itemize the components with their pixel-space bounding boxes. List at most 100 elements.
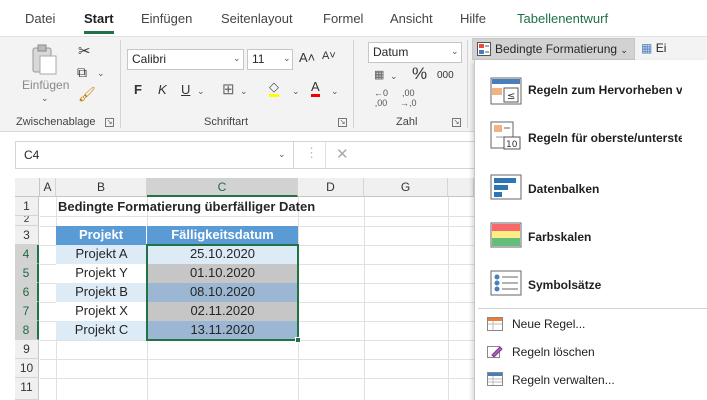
menu-item-manage-rules[interactable]: Regeln verwalten...	[512, 373, 615, 387]
menu-item-color-scales[interactable]: Farbskalen	[528, 230, 591, 244]
table-cell-project[interactable]: Projekt A	[56, 245, 147, 264]
thousands-separator-button[interactable]: 000	[437, 70, 454, 81]
font-launcher-icon[interactable]: ↘	[338, 118, 347, 127]
table-cell-project[interactable]: Projekt X	[56, 302, 147, 321]
column-header-c[interactable]: C	[147, 178, 298, 197]
underline-button[interactable]: U	[181, 82, 190, 97]
separator	[353, 40, 354, 128]
borders-icon[interactable]: ⊞	[222, 80, 235, 98]
column-header-b[interactable]: B	[56, 178, 147, 197]
tab-home[interactable]: Start	[84, 11, 114, 26]
bold-button[interactable]: F	[134, 82, 142, 97]
menu-item-data-bars[interactable]: Datenbalken	[528, 182, 599, 196]
fill-handle[interactable]	[295, 337, 301, 343]
name-box[interactable]: C4	[16, 142, 294, 168]
svg-text:≤: ≤	[507, 91, 515, 102]
top-bottom-rules-icon: 10	[490, 121, 522, 154]
cut-icon[interactable]: ✂	[78, 42, 91, 60]
menu-item-top-bottom-rules[interactable]: Regeln für oberste/unterste	[528, 131, 682, 145]
column-header-g[interactable]: G	[364, 178, 448, 197]
column-header-a[interactable]: A	[40, 178, 56, 197]
chevron-down-icon[interactable]: ⌄	[283, 53, 291, 64]
font-color-icon[interactable]: A	[311, 79, 320, 97]
table-header-due-date[interactable]: Fälligkeitsdatum	[147, 226, 298, 245]
tab-insert[interactable]: Einfügen	[141, 11, 192, 26]
gridline	[448, 197, 449, 400]
clear-rules-icon	[487, 344, 503, 361]
chevron-down-icon[interactable]: ⌄	[331, 86, 339, 97]
tab-page-layout[interactable]: Seitenlayout	[221, 11, 293, 26]
copy-dropdown-icon[interactable]: ⌄	[97, 68, 105, 79]
table-cell-project[interactable]: Projekt B	[56, 283, 147, 302]
chevron-down-icon[interactable]: ⌄	[292, 86, 300, 97]
number-launcher-icon[interactable]: ↘	[452, 118, 461, 127]
paste-dropdown-icon[interactable]: ⌄	[41, 93, 49, 104]
row-header-5[interactable]: 5	[15, 264, 39, 283]
row-header-1[interactable]: 1	[15, 197, 39, 216]
row-header-4[interactable]: 4	[15, 245, 39, 264]
tab-table-design[interactable]: Tabellenentwurf	[517, 11, 608, 26]
separator	[120, 40, 121, 128]
selection-range	[146, 244, 299, 341]
color-scales-icon	[490, 222, 522, 251]
gridline	[40, 359, 474, 360]
tab-formulas[interactable]: Formel	[323, 11, 363, 26]
format-as-table-label: Ei	[655, 41, 667, 55]
separator	[325, 142, 326, 168]
row-header-6[interactable]: 6	[15, 283, 39, 302]
group-label-number: Zahl	[396, 116, 418, 128]
tab-file[interactable]: Datei	[25, 11, 55, 26]
conditional-formatting-button[interactable]: Bedingte Formatierung ⌄	[472, 38, 635, 60]
row-header-3[interactable]: 3	[15, 226, 39, 245]
copy-icon[interactable]: ⧉	[77, 64, 87, 81]
column-header-d[interactable]: D	[298, 178, 364, 197]
column-header[interactable]	[448, 178, 474, 197]
active-tab-indicator	[84, 31, 114, 34]
table-cell-project[interactable]: Projekt Y	[56, 264, 147, 283]
tab-view[interactable]: Ansicht	[390, 11, 433, 26]
cancel-icon[interactable]: ✕	[336, 145, 349, 163]
chevron-down-icon[interactable]: ⌄	[451, 46, 459, 57]
format-painter-icon[interactable]: 🖌	[78, 86, 96, 103]
percent-button[interactable]: %	[412, 64, 427, 84]
group-label-clipboard: Zwischenablage	[16, 116, 96, 128]
fill-color-icon[interactable]: ◇	[269, 80, 279, 97]
italic-button[interactable]: K	[158, 82, 167, 97]
icon-sets-icon	[490, 270, 522, 299]
menu-item-new-rule[interactable]: Neue Regel...	[512, 317, 585, 331]
table-header-project[interactable]: Projekt	[56, 226, 147, 245]
menu-item-highlight-rules[interactable]: Regeln zum Hervorheben v	[528, 83, 682, 97]
svg-text:10: 10	[506, 140, 518, 150]
row-header-2[interactable]: 2	[15, 216, 39, 226]
table-cell-project[interactable]: Projekt C	[56, 321, 147, 340]
chevron-down-icon[interactable]: ⌄	[197, 86, 205, 97]
number-format-select[interactable]: Datum	[368, 42, 462, 63]
accounting-format-icon[interactable]: ▦	[374, 68, 384, 81]
font-family-select[interactable]: Calibri	[127, 49, 244, 70]
clipboard-launcher-icon[interactable]: ↘	[105, 118, 114, 127]
sheet-title[interactable]: Bedingte Formatierung überfälliger Daten	[58, 198, 315, 216]
menu-item-icon-sets[interactable]: Symbolsätze	[528, 278, 601, 292]
chevron-down-icon[interactable]: ⌄	[390, 71, 398, 82]
conditional-formatting-icon	[477, 42, 491, 59]
increase-decimal-icon[interactable]: ←0,00	[374, 88, 388, 108]
row-header-9[interactable]: 9	[15, 340, 39, 359]
conditional-formatting-label: Bedingte Formatierung	[495, 42, 618, 56]
paste-button[interactable]: Einfügen	[22, 78, 69, 92]
row-header-7[interactable]: 7	[15, 302, 39, 321]
chevron-down-icon: ⌄	[620, 45, 628, 55]
menu-item-clear-rules[interactable]: Regeln löschen	[512, 345, 595, 359]
tab-help[interactable]: Hilfe	[460, 11, 486, 26]
grow-font-button[interactable]: A˄	[299, 50, 315, 65]
decrease-decimal-icon[interactable]: ,00 →,0	[400, 88, 417, 108]
chevron-down-icon[interactable]: ⌄	[278, 149, 286, 160]
chevron-down-icon[interactable]: ⌄	[240, 86, 248, 97]
paste-icon[interactable]	[28, 44, 60, 79]
select-all-corner[interactable]	[15, 178, 40, 197]
row-header-8[interactable]: 8	[15, 321, 39, 340]
row-header-10[interactable]: 10	[15, 359, 39, 378]
shrink-font-button[interactable]: A˅	[322, 50, 336, 62]
chevron-down-icon[interactable]: ⌄	[233, 53, 241, 64]
format-as-table-button[interactable]: ▦ Ei	[641, 38, 707, 60]
row-header-11[interactable]: 11	[15, 378, 39, 400]
